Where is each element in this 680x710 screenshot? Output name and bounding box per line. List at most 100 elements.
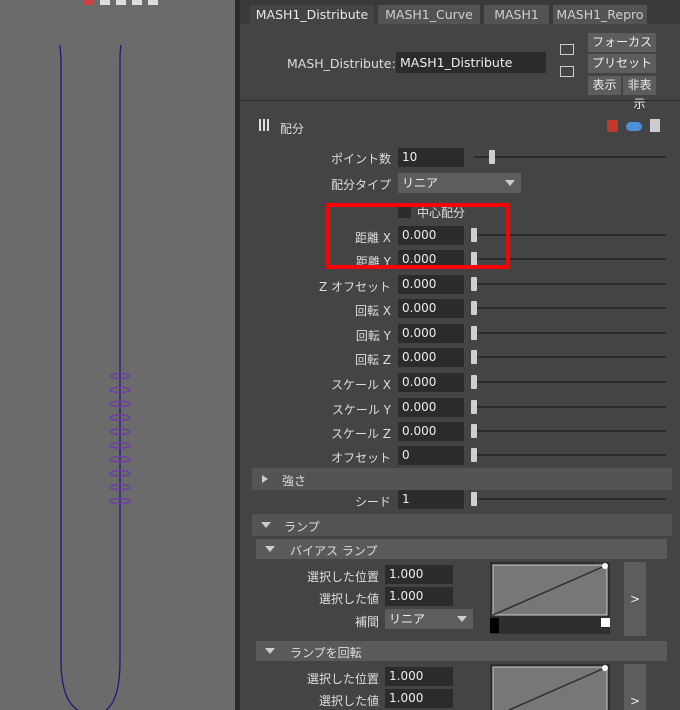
- bias-interpolation-label: 補間: [354, 615, 379, 629]
- rotation-x-slider[interactable]: [474, 307, 666, 309]
- mash-node-icon[interactable]: [607, 120, 618, 132]
- distribute-icon: [259, 119, 271, 131]
- divider: [240, 100, 680, 101]
- scale-x-slider-thumb[interactable]: [471, 375, 477, 389]
- strength-section-header[interactable]: 強さ: [252, 468, 672, 490]
- tab-mash1[interactable]: MASH1: [484, 5, 549, 24]
- point-count-slider[interactable]: [474, 156, 666, 158]
- ramp-curve: [492, 665, 608, 710]
- viewport-canvas: [59, 44, 131, 710]
- scale-x-label: スケール X: [330, 378, 391, 392]
- seed-field[interactable]: 1: [398, 490, 464, 509]
- bias-selected-value-label: 選択した値: [318, 592, 379, 606]
- distribution-type-value: リニア: [402, 176, 439, 190]
- viewport[interactable]: [0, 0, 235, 710]
- focus-button[interactable]: フォーカス: [588, 33, 656, 52]
- bias-ramp-title: バイアス ランプ: [290, 544, 378, 558]
- scale-y-slider[interactable]: [474, 406, 666, 408]
- seed-slider-thumb[interactable]: [471, 492, 477, 506]
- expand-arrow-icon: [262, 475, 268, 483]
- rotation-x-field[interactable]: 0.000: [398, 299, 464, 318]
- scale-x-slider[interactable]: [474, 381, 666, 383]
- ramp-title: ランプ: [284, 520, 320, 534]
- scale-z-field[interactable]: 0.000: [398, 422, 464, 441]
- rotation-z-field[interactable]: 0.000: [398, 348, 464, 367]
- show-button[interactable]: 表示: [588, 76, 621, 95]
- chevron-down-icon: [505, 180, 515, 186]
- bias-ramp-expand-button[interactable]: >: [624, 562, 646, 636]
- rotation-y-slider[interactable]: [474, 332, 666, 334]
- point-count-label: ポイント数: [330, 152, 391, 166]
- point-count-slider-thumb[interactable]: [489, 150, 495, 164]
- rotation-x-label: 回転 X: [354, 304, 391, 318]
- z-offset-label: Z オフセット: [318, 280, 391, 294]
- node-name-label: MASH_Distribute:: [287, 56, 396, 71]
- section-title: 配分: [280, 122, 305, 136]
- node-header: MASH_Distribute: MASH1_Distribute フォーカス …: [240, 24, 680, 111]
- bias-selected-position-label: 選択した位置: [306, 570, 379, 584]
- bias-interpolation-dropdown[interactable]: リニア: [385, 609, 473, 629]
- seed-label: シード: [354, 495, 391, 509]
- rotation-x-slider-thumb[interactable]: [471, 301, 477, 315]
- strength-title: 強さ: [282, 474, 307, 488]
- scale-x-field[interactable]: 0.000: [398, 373, 464, 392]
- tab-bar: MASH1_Distribute MASH1_Curve MASH1 MASH1…: [240, 0, 680, 24]
- presets-button[interactable]: プリセット: [588, 54, 656, 73]
- collapse-arrow-icon: [265, 546, 275, 552]
- chevron-down-icon: [457, 616, 467, 622]
- rotate-selected-position-field[interactable]: 1.000: [385, 667, 453, 686]
- bias-interpolation-value: リニア: [389, 612, 426, 626]
- scale-y-label: スケール Y: [331, 403, 391, 417]
- distribution-type-dropdown[interactable]: リニア: [398, 173, 521, 193]
- curve-outer: [59, 44, 79, 710]
- z-offset-slider-thumb[interactable]: [471, 277, 477, 291]
- input-connection-icon[interactable]: [560, 44, 574, 55]
- attribute-editor: MASH1_Distribute MASH1_Curve MASH1 MASH1…: [240, 0, 680, 710]
- collapse-arrow-icon: [265, 648, 275, 654]
- ramp-section-header[interactable]: ランプ: [252, 514, 672, 536]
- rotate-selected-value-label: 選択した値: [318, 694, 379, 708]
- rotation-z-label: 回転 Z: [354, 353, 391, 367]
- scale-y-slider-thumb[interactable]: [471, 400, 477, 414]
- bias-ramp-graph[interactable]: [490, 562, 610, 634]
- rotate-ramp-title: ランプを回転: [290, 646, 362, 660]
- rotation-z-slider[interactable]: [474, 356, 666, 358]
- rotate-ramp-header[interactable]: ランプを回転: [256, 641, 667, 661]
- tab-mash1-curve[interactable]: MASH1_Curve: [378, 5, 480, 24]
- tab-mash1-distribute[interactable]: MASH1_Distribute: [250, 5, 374, 24]
- offset-label: オフセット: [330, 451, 391, 465]
- bias-ramp-header[interactable]: バイアス ランプ: [256, 539, 667, 559]
- rotation-y-field[interactable]: 0.000: [398, 324, 464, 343]
- highlight-box: [326, 203, 510, 269]
- offset-slider-thumb[interactable]: [471, 448, 477, 462]
- hide-button[interactable]: 非表示: [623, 76, 656, 111]
- rotate-selected-position-label: 選択した位置: [306, 672, 379, 686]
- collapse-arrow-icon: [261, 522, 271, 528]
- distribution-type-label: 配分タイプ: [330, 178, 391, 192]
- point-count-field[interactable]: 10: [398, 148, 464, 167]
- z-offset-field[interactable]: 0.000: [398, 275, 464, 294]
- offset-field[interactable]: 0: [398, 446, 464, 465]
- ramp-curve: [490, 563, 610, 633]
- section-header[interactable]: 配分: [252, 113, 672, 139]
- scale-z-slider-thumb[interactable]: [471, 424, 477, 438]
- scale-z-label: スケール Z: [330, 427, 391, 441]
- tab-mash1-repro[interactable]: MASH1_Repro: [553, 5, 647, 24]
- rotate-ramp-graph[interactable]: [490, 664, 610, 710]
- node-name-field[interactable]: MASH1_Distribute: [396, 52, 546, 73]
- output-connection-icon[interactable]: [560, 66, 574, 77]
- scale-z-slider[interactable]: [474, 430, 666, 432]
- trash-icon[interactable]: [650, 119, 660, 132]
- rotate-ramp-expand-button[interactable]: >: [624, 664, 646, 710]
- rotate-selected-value-field[interactable]: 1.000: [385, 689, 453, 708]
- rotation-y-slider-thumb[interactable]: [471, 326, 477, 340]
- seed-slider[interactable]: [474, 498, 666, 500]
- scale-y-field[interactable]: 0.000: [398, 398, 464, 417]
- offset-slider[interactable]: [474, 454, 666, 456]
- bias-selected-value-field[interactable]: 1.000: [385, 587, 453, 606]
- z-offset-slider[interactable]: [474, 283, 666, 285]
- rotation-y-label: 回転 Y: [355, 329, 391, 343]
- rotation-z-slider-thumb[interactable]: [471, 350, 477, 364]
- bias-selected-position-field[interactable]: 1.000: [385, 565, 453, 584]
- toggle-icon[interactable]: [626, 122, 642, 131]
